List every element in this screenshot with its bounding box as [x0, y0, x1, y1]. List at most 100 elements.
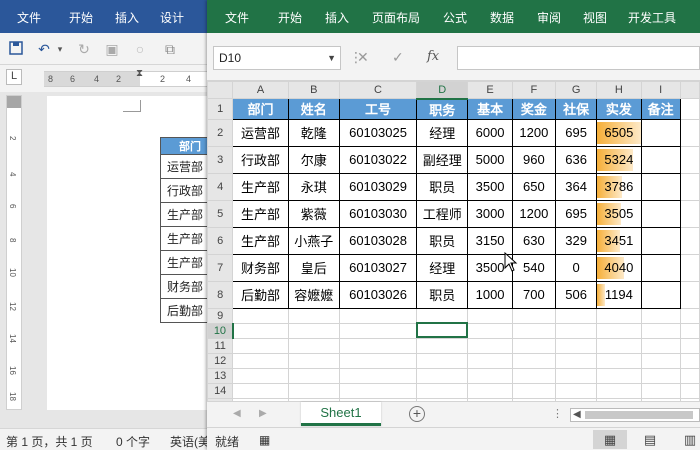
row-header[interactable]: 11 — [207, 337, 234, 354]
grid-cell[interactable] — [416, 322, 469, 339]
column-header-i[interactable]: I — [640, 81, 681, 99]
data-cell[interactable]: 0 — [554, 253, 598, 282]
data-cell[interactable]: 650 — [511, 172, 557, 201]
data-cell[interactable] — [640, 280, 681, 309]
data-cell[interactable]: 经理 — [416, 253, 469, 282]
worksheet-grid[interactable]: A B C D E F G H I 1 部门 姓名 工号 职务 基本 奖金 社保 实发 备注 2 运营部 乾隆 601030… — [207, 81, 700, 401]
page-count[interactable]: 第 1 页，共 1 页 — [6, 433, 93, 450]
redo-icon[interactable]: ↻ — [76, 41, 92, 57]
data-cell[interactable] — [640, 226, 681, 255]
data-cell[interactable]: 5324 — [596, 145, 642, 174]
grid-cell[interactable] — [232, 382, 289, 399]
data-cell[interactable] — [640, 172, 681, 201]
header-cell[interactable]: 姓名 — [287, 98, 341, 120]
column-header-f[interactable]: F — [511, 81, 557, 99]
scroll-left-icon[interactable]: ◀ — [573, 409, 581, 420]
data-cell[interactable]: 3505 — [596, 199, 642, 228]
grid-cell[interactable] — [554, 337, 598, 354]
data-cell[interactable]: 3500 — [467, 172, 513, 201]
data-cell[interactable]: 4040 — [596, 253, 642, 282]
data-cell[interactable]: 工程师 — [416, 199, 469, 228]
screenshot-icon[interactable]: ⧉ — [162, 41, 178, 57]
format-painter-icon[interactable]: ▣ — [104, 41, 120, 57]
tab-selector[interactable]: L — [6, 69, 22, 85]
data-cell[interactable]: 副经理 — [416, 145, 469, 174]
grid-cell[interactable] — [554, 322, 598, 339]
data-cell[interactable]: 容嬷嬷 — [287, 280, 341, 309]
data-cell[interactable]: 乾隆 — [287, 118, 341, 147]
data-cell[interactable]: 永琪 — [287, 172, 341, 201]
data-cell[interactable]: 6000 — [467, 118, 513, 147]
grid-cell[interactable] — [554, 367, 598, 384]
row-header[interactable]: 9 — [207, 307, 234, 324]
grid-cell[interactable] — [338, 322, 418, 339]
excel-tab-review[interactable]: 审阅 — [537, 9, 561, 26]
row-header[interactable]: 6 — [207, 226, 234, 255]
grid-cell[interactable] — [416, 367, 469, 384]
column-header-c[interactable]: C — [338, 81, 418, 99]
excel-tab-data[interactable]: 数据 — [490, 9, 514, 26]
data-cell[interactable]: 生产部 — [232, 199, 289, 228]
scrollbar-thumb[interactable] — [585, 411, 693, 419]
row-header[interactable]: 2 — [207, 118, 234, 147]
data-cell[interactable]: 6505 — [596, 118, 642, 147]
grid-cell[interactable] — [640, 337, 681, 354]
data-cell[interactable]: 60103025 — [338, 118, 418, 147]
grid-cell[interactable] — [287, 382, 341, 399]
sheet-prev-icon[interactable]: ◀ — [233, 408, 241, 419]
data-cell[interactable]: 329 — [554, 226, 598, 255]
indent-marker-icon[interactable]: ⧗ — [136, 68, 143, 79]
row-header[interactable]: 8 — [207, 280, 234, 309]
data-cell[interactable]: 695 — [554, 118, 598, 147]
grid-cell[interactable] — [640, 382, 681, 399]
grid-cell[interactable] — [679, 199, 700, 228]
grid-cell[interactable] — [416, 337, 469, 354]
undo-icon[interactable]: ↶ — [36, 41, 52, 57]
excel-tab-page-layout[interactable]: 页面布局 — [372, 9, 420, 26]
data-cell[interactable]: 1000 — [467, 280, 513, 309]
header-cell[interactable]: 社保 — [554, 98, 598, 120]
data-cell[interactable]: 皇后 — [287, 253, 341, 282]
grid-cell[interactable] — [416, 352, 469, 369]
grid-cell[interactable] — [554, 382, 598, 399]
grid-cell[interactable] — [679, 98, 700, 120]
grid-cell[interactable] — [467, 307, 513, 324]
grid-cell[interactable] — [679, 172, 700, 201]
row-header[interactable]: 3 — [207, 145, 234, 174]
data-cell[interactable]: 60103022 — [338, 145, 418, 174]
data-cell[interactable] — [640, 253, 681, 282]
data-cell[interactable]: 60103030 — [338, 199, 418, 228]
grid-cell[interactable] — [679, 145, 700, 174]
row-header[interactable]: 10 — [207, 322, 234, 339]
excel-tab-home[interactable]: 开始 — [278, 9, 302, 26]
chevron-down-icon[interactable]: ▼ — [327, 47, 336, 69]
grid-cell[interactable] — [679, 118, 700, 147]
grid-cell[interactable] — [640, 367, 681, 384]
row-header[interactable]: 5 — [207, 199, 234, 228]
grid-cell[interactable] — [511, 307, 557, 324]
data-cell[interactable]: 506 — [554, 280, 598, 309]
data-cell[interactable]: 3451 — [596, 226, 642, 255]
row-header[interactable]: 1 — [207, 98, 234, 120]
column-header-e[interactable]: E — [467, 81, 513, 99]
grid-cell[interactable] — [679, 337, 700, 354]
data-cell[interactable]: 财务部 — [232, 253, 289, 282]
header-cell[interactable]: 基本 — [467, 98, 513, 120]
data-cell[interactable] — [640, 145, 681, 174]
data-cell[interactable]: 行政部 — [232, 145, 289, 174]
grid-cell[interactable] — [467, 322, 513, 339]
grid-cell[interactable] — [596, 382, 642, 399]
header-cell[interactable]: 职务 — [416, 98, 469, 120]
horizontal-scrollbar[interactable]: ◀ — [570, 408, 700, 422]
grid-cell[interactable] — [467, 337, 513, 354]
data-cell[interactable]: 小燕子 — [287, 226, 341, 255]
grid-cell[interactable] — [467, 382, 513, 399]
header-cell[interactable]: 奖金 — [511, 98, 557, 120]
data-cell[interactable]: 636 — [554, 145, 598, 174]
grid-cell[interactable] — [554, 352, 598, 369]
data-cell[interactable]: 尔康 — [287, 145, 341, 174]
excel-tab-developer[interactable]: 开发工具 — [628, 9, 676, 26]
grid-cell[interactable] — [338, 367, 418, 384]
grid-cell[interactable] — [416, 382, 469, 399]
grid-cell[interactable] — [416, 307, 469, 324]
